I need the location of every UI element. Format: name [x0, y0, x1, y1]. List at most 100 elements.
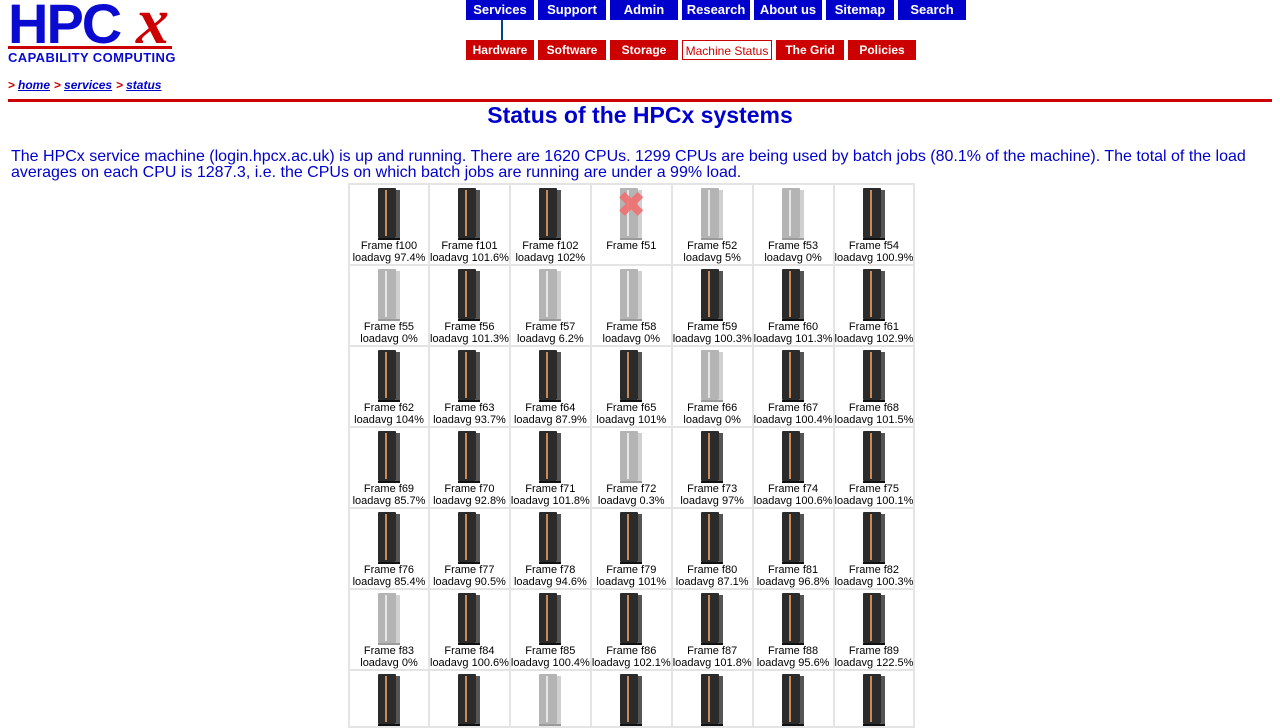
frame-cell[interactable]: Frame f82 loadavg 100.3% [832, 507, 916, 590]
nav-services[interactable]: Services [466, 0, 534, 20]
frame-cell[interactable]: Frame f80 loadavg 87.1% [670, 507, 754, 590]
frame-cell[interactable]: Frame f58 loadavg 0% [589, 264, 673, 347]
frame-cell[interactable] [670, 669, 754, 728]
frame-cell[interactable]: Frame f85 loadavg 100.4% [508, 588, 592, 671]
frame-name: Frame f81 [768, 564, 819, 576]
frame-cell[interactable]: Frame f87 loadavg 101.8% [670, 588, 754, 671]
frame-cell[interactable]: Frame f68 loadavg 101.5% [832, 345, 916, 428]
rack-icon [780, 593, 806, 645]
frame-loadavg: loadavg 0% [360, 333, 418, 345]
rack-icon [456, 512, 482, 564]
frame-cell[interactable]: Frame f63 loadavg 93.7% [428, 345, 511, 428]
breadcrumb-status-link[interactable]: status [126, 78, 161, 92]
rack-icon [618, 431, 644, 483]
nav-about-us[interactable]: About us [754, 0, 822, 20]
frame-loadavg: loadavg 101.5% [834, 414, 914, 426]
breadcrumb-separator: > [8, 78, 16, 92]
rack-icon [780, 350, 806, 402]
subnav-storage[interactable]: Storage [610, 40, 678, 60]
frame-cell[interactable] [751, 669, 835, 728]
subnav-policies[interactable]: Policies [848, 40, 916, 60]
frame-name: Frame f100 [360, 240, 418, 252]
frame-cell[interactable]: Frame f78 loadavg 94.6% [508, 507, 592, 590]
frame-cell[interactable]: Frame f53 loadavg 0% [751, 183, 835, 266]
frame-cell[interactable]: Frame f65 loadavg 101% [589, 345, 673, 428]
frame-cell[interactable]: Frame f79 loadavg 101% [589, 507, 673, 590]
frame-loadavg: loadavg 100.9% [834, 252, 914, 264]
frame-cell[interactable]: Frame f84 loadavg 100.6% [428, 588, 511, 671]
frame-cell[interactable]: Frame f88 loadavg 95.6% [751, 588, 835, 671]
nav-sitemap[interactable]: Sitemap [826, 0, 894, 20]
frame-cell[interactable]: Frame f71 loadavg 101.8% [508, 426, 592, 509]
frame-loadavg: loadavg 100.6% [430, 657, 509, 669]
frame-cell[interactable]: Frame f59 loadavg 100.3% [670, 264, 754, 347]
frame-loadavg: loadavg 101% [596, 576, 667, 588]
frame-cell[interactable]: Frame f81 loadavg 96.8% [751, 507, 835, 590]
nav-admin[interactable]: Admin [610, 0, 678, 20]
nav-research[interactable]: Research [682, 0, 750, 20]
nav-search[interactable]: Search [898, 0, 966, 20]
frame-name: Frame f67 [768, 402, 819, 414]
hpcx-logo[interactable]: HPC x CAPABILITY COMPUTING [8, 0, 178, 68]
primary-nav: Services Support Admin Research About us… [466, 0, 966, 20]
subnav-software[interactable]: Software [538, 40, 606, 60]
frame-loadavg: loadavg 5% [683, 252, 741, 264]
rack-icon [376, 269, 402, 321]
frame-cell[interactable]: Frame f76 loadavg 85.4% [348, 507, 430, 590]
nav-support[interactable]: Support [538, 0, 606, 20]
frame-cell[interactable]: Frame f56 loadavg 101.3% [428, 264, 511, 347]
frame-cell[interactable] [832, 669, 916, 728]
frame-cell[interactable]: ✖ Frame f51 [589, 183, 673, 266]
frame-cell[interactable]: Frame f67 loadavg 100.4% [751, 345, 835, 428]
frame-cell[interactable]: Frame f102 loadavg 102% [508, 183, 592, 266]
rack-icon [861, 512, 887, 564]
frame-cell[interactable]: Frame f61 loadavg 102.9% [832, 264, 916, 347]
frame-cell[interactable]: Frame f52 loadavg 5% [670, 183, 754, 266]
frame-name: Frame f68 [848, 402, 900, 414]
frame-cell[interactable]: Frame f86 loadavg 102.1% [589, 588, 673, 671]
frame-cell[interactable]: Frame f55 loadavg 0% [348, 264, 430, 347]
frame-cell[interactable]: Frame f64 loadavg 87.9% [508, 345, 592, 428]
frame-cell[interactable]: Frame f60 loadavg 101.3% [751, 264, 835, 347]
breadcrumb-services-link[interactable]: services [64, 78, 112, 92]
frame-loadavg: loadavg 100.4% [510, 657, 590, 669]
subnav-machine-status[interactable]: Machine Status [682, 40, 772, 60]
frame-name: Frame f61 [848, 321, 900, 333]
frame-name: Frame f58 [606, 321, 657, 333]
frame-loadavg: loadavg 100.1% [834, 495, 914, 507]
rack-icon [376, 512, 402, 564]
frame-cell[interactable]: Frame f70 loadavg 92.8% [428, 426, 511, 509]
frame-loadavg: loadavg 85.7% [352, 495, 426, 507]
frame-cell[interactable]: Frame f69 loadavg 85.7% [348, 426, 430, 509]
frame-loadavg: loadavg 87.9% [513, 414, 587, 426]
frame-cell[interactable]: Frame f100 loadavg 97.4% [348, 183, 430, 266]
frame-cell[interactable]: Frame f66 loadavg 0% [670, 345, 754, 428]
rack-icon [537, 674, 563, 726]
frame-cell[interactable]: Frame f73 loadavg 97% [670, 426, 754, 509]
frame-cell[interactable] [508, 669, 592, 728]
frame-cell[interactable]: Frame f54 loadavg 100.9% [832, 183, 916, 266]
rack-icon [861, 593, 887, 645]
frame-status-grid: Frame f100 loadavg 97.4% Frame f101 loadavg… [348, 183, 916, 728]
rack-icon [861, 674, 887, 726]
frame-loadavg: loadavg 101.8% [672, 657, 752, 669]
frame-name: Frame f60 [768, 321, 819, 333]
frame-cell[interactable] [589, 669, 673, 728]
rack-icon [376, 431, 402, 483]
rack-icon [456, 350, 482, 402]
frame-cell[interactable]: Frame f74 loadavg 100.6% [751, 426, 835, 509]
breadcrumb-home-link[interactable]: home [18, 78, 50, 92]
frame-cell[interactable]: Frame f77 loadavg 90.5% [428, 507, 511, 590]
subnav-the-grid[interactable]: The Grid [776, 40, 844, 60]
frame-cell[interactable]: Frame f101 loadavg 101.6% [428, 183, 511, 266]
frame-cell[interactable]: Frame f83 loadavg 0% [348, 588, 430, 671]
frame-cell[interactable]: Frame f62 loadavg 104% [348, 345, 430, 428]
subnav-hardware[interactable]: Hardware [466, 40, 534, 60]
frame-cell[interactable] [348, 669, 430, 728]
frame-cell[interactable] [428, 669, 511, 728]
frame-cell[interactable]: Frame f89 loadavg 122.5% [832, 588, 916, 671]
frame-cell[interactable]: Frame f57 loadavg 6.2% [508, 264, 592, 347]
rack-icon [699, 512, 725, 564]
frame-cell[interactable]: Frame f75 loadavg 100.1% [832, 426, 916, 509]
frame-cell[interactable]: Frame f72 loadavg 0.3% [589, 426, 673, 509]
